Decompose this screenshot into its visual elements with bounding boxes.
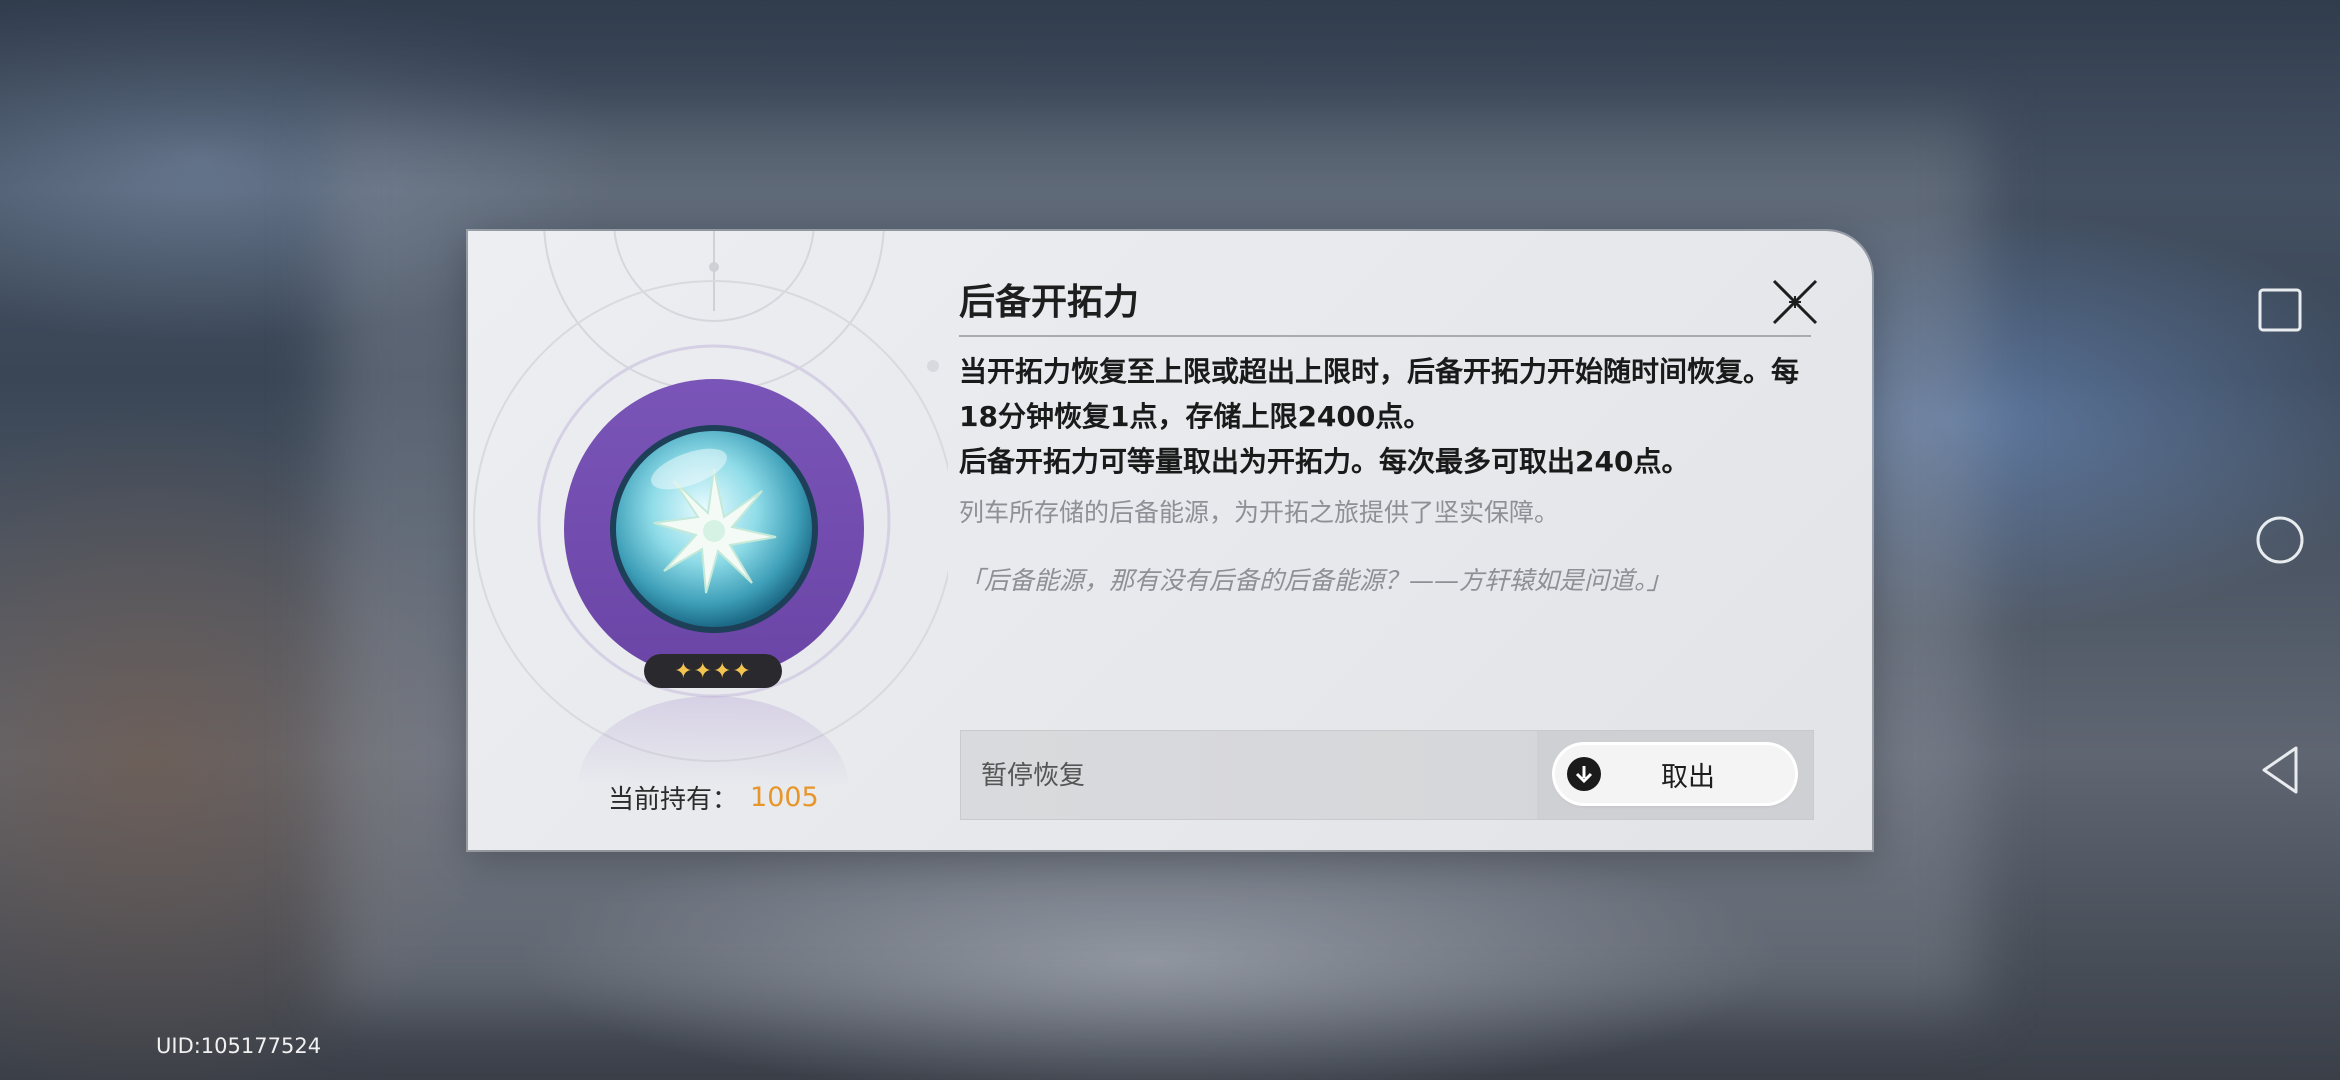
action-area: 取出 xyxy=(1537,731,1813,819)
title-divider xyxy=(959,335,1811,337)
background-top-shade xyxy=(0,0,2340,190)
trailblaze-power-orb-icon xyxy=(564,379,864,679)
description-line-2: 后备开拓力可等量取出为开拓力。每次最多可取出240点。 xyxy=(959,445,1690,478)
description: 当开拓力恢复至上限或超出上限时，后备开拓力开始随时间恢复。每18分钟恢复1点，存… xyxy=(959,349,1819,484)
close-icon[interactable] xyxy=(1768,275,1822,329)
rarity-stars: ✦✦✦✦ xyxy=(644,654,782,688)
withdraw-button[interactable]: 取出 xyxy=(1555,745,1795,803)
holding-count: 1005 xyxy=(750,781,819,813)
description-line-1: 当开拓力恢复至上限或超出上限时，后备开拓力开始随时间恢复。每18分钟恢复1点，存… xyxy=(959,355,1800,433)
reserved-trailblaze-power-dialog: ✦✦✦✦ 当前持有： 1005 后备开拓力 当开拓力恢复至上限或超出上限时，后备… xyxy=(468,231,1872,850)
rarity-stars-text: ✦✦✦✦ xyxy=(674,658,752,684)
download-arrow-icon xyxy=(1567,757,1601,791)
action-bar: 暂停恢复 取出 xyxy=(960,730,1814,820)
recent-apps-icon[interactable] xyxy=(2252,282,2308,338)
current-holding: 当前持有： 1005 xyxy=(608,777,848,817)
status-label: 暂停恢复 xyxy=(981,761,1086,791)
back-icon[interactable] xyxy=(2252,742,2308,798)
home-icon[interactable] xyxy=(2252,512,2308,568)
withdraw-label: 取出 xyxy=(1661,761,1715,793)
dialog-title: 后备开拓力 xyxy=(959,282,1140,323)
flavor-text: 列车所存储的后备能源，为开拓之旅提供了坚实保障。 xyxy=(959,498,1560,527)
quote-text: 「后备能源，那有没有后备的后备能源？——方轩辕如是问道。」 xyxy=(959,566,1672,595)
uid-label: UID:105177524 xyxy=(156,1034,322,1058)
holding-label: 当前持有： xyxy=(608,784,739,815)
